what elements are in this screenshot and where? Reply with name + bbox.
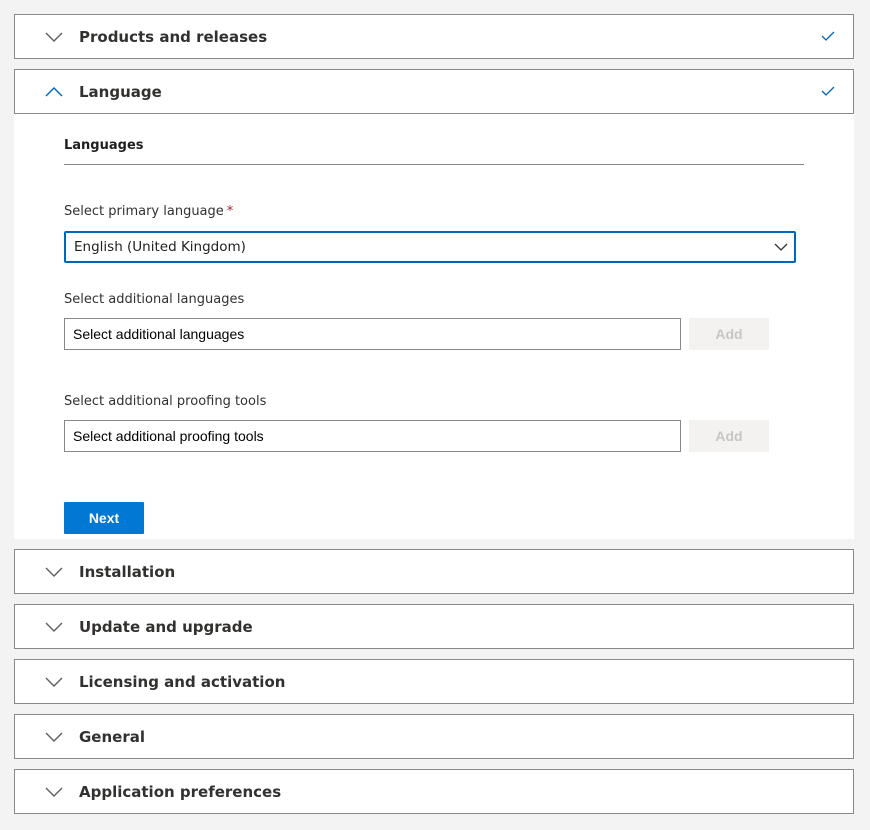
chevron-down-icon [45, 732, 63, 742]
section-divider [64, 164, 804, 165]
panel-application-preferences[interactable]: Application preferences [14, 769, 854, 814]
additional-languages-input[interactable] [64, 318, 681, 350]
panel-update-and-upgrade[interactable]: Update and upgrade [14, 604, 854, 649]
primary-language-label: Select primary language * [64, 204, 233, 219]
chevron-down-icon [45, 787, 63, 797]
checkmark-icon [821, 86, 835, 96]
panel-title: Language [79, 83, 162, 101]
next-button[interactable]: Next [64, 502, 144, 534]
panel-licensing-and-activation[interactable]: Licensing and activation [14, 659, 854, 704]
language-panel-body: Languages Select primary language * Engli… [14, 114, 854, 539]
proofing-tools-label: Select additional proofing tools [64, 394, 267, 409]
add-proofing-tools-button[interactable]: Add [689, 420, 769, 452]
panel-language[interactable]: Language [14, 69, 854, 114]
panel-title: Application preferences [79, 783, 282, 801]
primary-language-value: English (United Kingdom) [74, 239, 246, 255]
chevron-down-icon [45, 32, 63, 42]
panel-title: Licensing and activation [79, 673, 286, 691]
add-languages-button[interactable]: Add [689, 318, 769, 350]
panel-title: Update and upgrade [79, 618, 253, 636]
primary-language-label-text: Select primary language [64, 204, 224, 219]
panel-general[interactable]: General [14, 714, 854, 759]
chevron-down-icon [45, 677, 63, 687]
panel-products-and-releases[interactable]: Products and releases [14, 14, 854, 59]
panel-title: Installation [79, 563, 176, 581]
panel-title: Products and releases [79, 28, 268, 46]
proofing-tools-input[interactable] [64, 420, 681, 452]
panel-installation[interactable]: Installation [14, 549, 854, 594]
chevron-down-icon [45, 622, 63, 632]
additional-languages-label: Select additional languages [64, 292, 245, 307]
primary-language-select[interactable]: English (United Kingdom) [64, 231, 796, 263]
chevron-down-icon [774, 243, 788, 251]
panel-title: General [79, 728, 145, 746]
checkmark-icon [821, 31, 835, 41]
required-marker: * [226, 204, 234, 219]
chevron-down-icon [45, 567, 63, 577]
section-heading: Languages [64, 138, 144, 153]
chevron-up-icon [45, 87, 63, 97]
